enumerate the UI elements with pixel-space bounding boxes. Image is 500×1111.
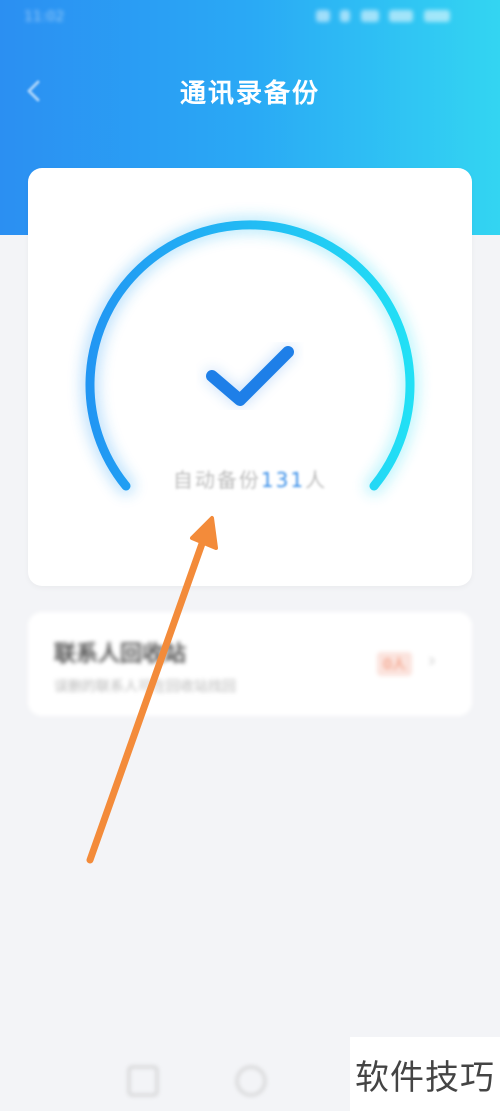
- battery-icon: [423, 10, 450, 22]
- backup-count-prefix: 自动备份: [172, 468, 261, 492]
- chevron-right-icon: ›: [428, 648, 436, 672]
- recycle-bin-count-badge: 0人: [377, 652, 412, 676]
- recycle-bin-title: 联系人回收站: [54, 642, 187, 667]
- recycle-bin-subtitle: 误删的联系人可在回收站找回: [54, 679, 236, 695]
- backup-count-unit: 人: [305, 468, 328, 492]
- wifi-icon: [360, 10, 379, 22]
- watermark: 软件技巧: [350, 1037, 500, 1111]
- backup-status-card: 自动备份131人: [28, 168, 472, 586]
- status-icons: [316, 8, 476, 26]
- gauge-glow: [81, 215, 419, 495]
- contact-recycle-bin-card[interactable]: 联系人回收站 误删的联系人可在回收站找回 0人 ›: [28, 612, 472, 716]
- vibrate-icon: [340, 10, 351, 22]
- backup-gauge: [81, 215, 419, 495]
- nfc-icon: [316, 10, 330, 22]
- status-time: 11:02: [24, 9, 65, 25]
- backup-count-label: 自动备份131人: [28, 464, 472, 493]
- backup-count-number: 131: [260, 468, 306, 492]
- page-title: 通讯录备份: [179, 79, 320, 109]
- status-bar: 11:02: [0, 0, 500, 36]
- signal-icon: [389, 10, 414, 22]
- nav-square-icon[interactable]: [128, 1066, 158, 1096]
- nav-circle-icon[interactable]: [236, 1066, 266, 1096]
- checkmark-icon: [206, 346, 294, 406]
